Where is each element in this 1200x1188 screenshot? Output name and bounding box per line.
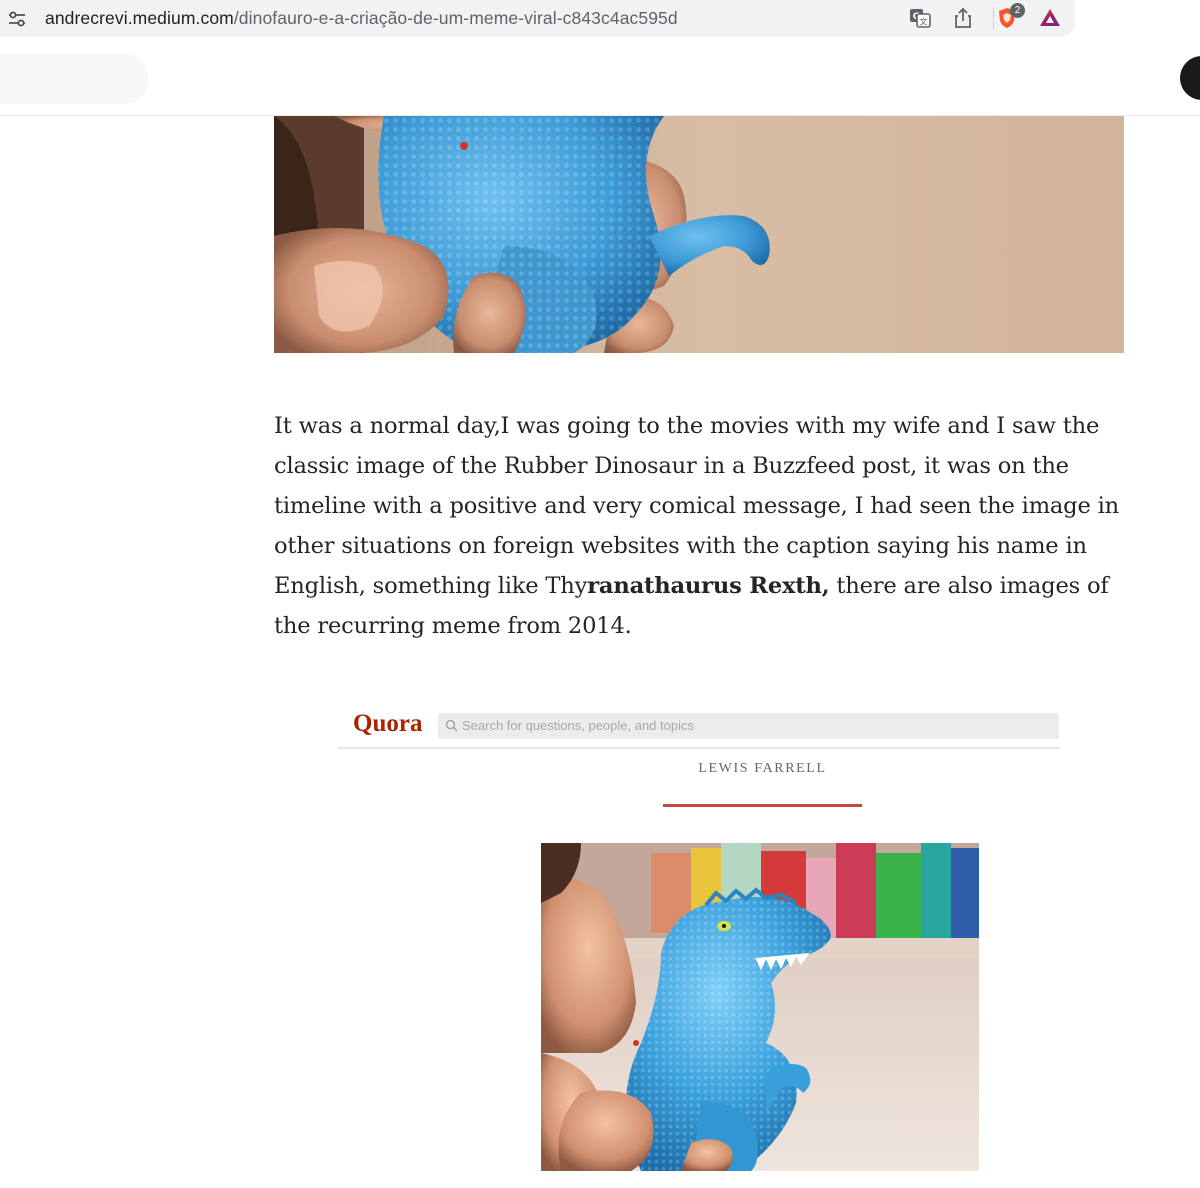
url-path: /dinofauro-e-a-criação-de-um-meme-viral-… xyxy=(233,8,678,28)
divider xyxy=(338,747,1060,749)
url-text[interactable]: andrecrevi.medium.com/dinofauro-e-a-cria… xyxy=(45,8,678,29)
shields-count-badge: 2 xyxy=(1010,3,1025,18)
address-bar[interactable]: andrecrevi.medium.com/dinofauro-e-a-cria… xyxy=(0,0,1075,37)
toolbar-divider xyxy=(993,7,994,29)
quora-screenshot: Quora Search for questions, people, and … xyxy=(338,700,1060,1180)
search-icon xyxy=(445,719,458,732)
translate-icon[interactable]: G 文 xyxy=(908,6,932,30)
paragraph-text: It was a normal day,I was going to the m… xyxy=(274,413,1119,599)
search-field[interactable] xyxy=(0,54,149,104)
quora-search-placeholder: Search for questions, people, and topics xyxy=(462,718,694,733)
paragraph-bold-text: ranathaurus Rexth, xyxy=(587,573,830,599)
brave-rewards-icon[interactable] xyxy=(1038,6,1062,30)
article-paragraph: It was a normal day,I was going to the m… xyxy=(274,406,1134,646)
dinosaur-photo xyxy=(541,843,979,1171)
svg-text:文: 文 xyxy=(920,17,928,27)
header-action-button[interactable] xyxy=(1180,56,1200,100)
share-icon[interactable] xyxy=(951,6,975,30)
site-header xyxy=(0,40,1200,116)
author-name: LEWIS FARRELL xyxy=(698,761,827,776)
quora-search-bar: Search for questions, people, and topics xyxy=(438,713,1059,739)
site-settings-icon[interactable] xyxy=(8,10,26,28)
dinosaur-photo-top xyxy=(274,116,1124,353)
quora-logo: Quora xyxy=(353,710,423,737)
accent-line xyxy=(663,804,862,807)
url-host: andrecrevi.medium.com xyxy=(45,8,234,28)
